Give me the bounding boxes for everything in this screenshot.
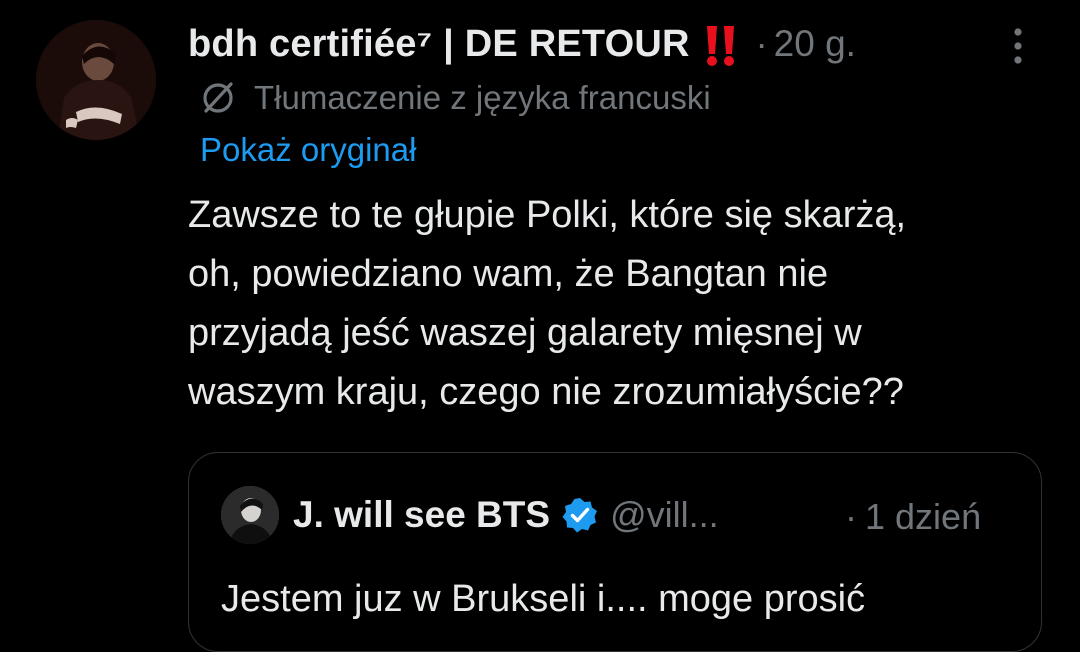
tweet-article[interactable]: bdh certifiée⁷ | DE RETOUR · 20 g. Tłuma… — [0, 0, 1080, 652]
translation-label: Tłumaczenie z języka francuski — [254, 79, 711, 116]
tweet-text: Zawsze to te głupie Polki, które się ska… — [188, 186, 1058, 422]
tweet-text-line: oh, powiedziano wam, że Bangtan nie — [188, 253, 829, 295]
quoted-tweet-header: J. will see BTS @vill... — [221, 483, 719, 547]
quoted-author-handle[interactable]: @vill... — [610, 494, 719, 536]
double-exclamation-icon — [704, 24, 738, 68]
quoted-meta-separator: · — [845, 496, 857, 537]
show-original-link[interactable]: Pokaż oryginał — [200, 128, 416, 172]
quoted-tweet-text: Jestem juz w Brukseli i.... moge prosić — [221, 578, 866, 620]
tweet-text-line: waszym kraju, czego nie zrozumiałyście?? — [188, 371, 904, 413]
translation-notice: Tłumaczenie z języka francuski — [200, 76, 711, 120]
avatar-image — [36, 20, 156, 140]
author-display-name[interactable]: bdh certifiée⁷ | DE RETOUR — [188, 23, 690, 66]
quoted-author-avatar[interactable] — [221, 486, 279, 544]
quoted-avatar-image — [221, 486, 279, 544]
quoted-tweet-card[interactable]: J. will see BTS @vill... · 1 dzień Jeste… — [188, 452, 1042, 652]
tweet-text-line: przyjadą jeść waszej galarety mięsnej w — [188, 312, 862, 354]
meta-separator: · — [755, 23, 768, 64]
tweet-header: bdh certifiée⁷ | DE RETOUR · 20 g. — [188, 18, 856, 70]
tweet-timestamp[interactable]: 20 g. — [774, 23, 856, 65]
vertical-ellipsis-icon[interactable] — [1008, 26, 1028, 66]
verified-badge-icon — [562, 498, 598, 533]
quoted-tweet-timestamp[interactable]: 1 dzień — [865, 497, 981, 537]
globe-icon — [203, 82, 233, 113]
tweet-text-line: Zawsze to te głupie Polki, które się ska… — [188, 194, 907, 236]
avatar[interactable] — [36, 20, 156, 140]
quoted-author-display-name[interactable]: J. will see BTS — [293, 494, 550, 536]
